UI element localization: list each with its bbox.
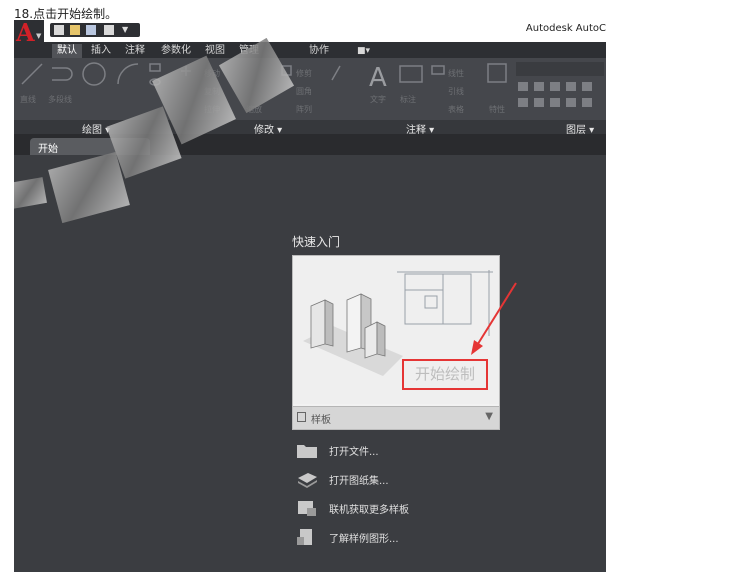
ribbon-tabs: 默认 插入 注释 参数化 视图 管理 协作 ■▾ — [14, 42, 606, 58]
ribbon-panel-titles: 绘图 ▾ 修改 ▾ 注释 ▾ 图层 ▾ — [14, 120, 606, 136]
folder-icon — [297, 445, 317, 458]
open-sheet-set-link[interactable]: 打开图纸集... — [296, 468, 476, 490]
open-folder-icon[interactable] — [70, 25, 80, 35]
tab-annotate[interactable]: 注释 — [120, 44, 150, 58]
template-icon — [297, 412, 306, 422]
svg-text:阵列: 阵列 — [296, 104, 312, 114]
link-label: 了解样例图形... — [329, 534, 399, 545]
svg-text:A: A — [369, 63, 387, 93]
svg-text:直线: 直线 — [20, 94, 36, 104]
sample-drawing-icon — [297, 529, 312, 545]
print-icon[interactable] — [104, 25, 114, 35]
link-label: 打开图纸集... — [329, 476, 389, 487]
link-label: 联机获取更多样板 — [329, 505, 409, 516]
qat-dropdown-icon[interactable]: ▼ — [122, 25, 132, 35]
save-icon[interactable] — [86, 25, 96, 35]
svg-text:特性: 特性 — [489, 104, 505, 114]
tab-default[interactable]: 默认 — [52, 44, 82, 58]
start-drawing-card[interactable]: 开始绘制 样板 ▼ — [292, 255, 500, 430]
panel-draw[interactable]: 绘图 ▾ — [82, 121, 110, 136]
template-label: 样板 — [311, 415, 331, 426]
tab-overflow-icon[interactable]: ■▾ — [352, 44, 375, 58]
svg-text:修剪: 修剪 — [296, 68, 312, 78]
quick-access-toolbar: ▼ — [50, 23, 140, 37]
sheet-set-icon — [298, 473, 317, 488]
autocad-window: Autodesk AutoC A ▼ ▼ 默认 插入 注释 参数化 视图 管理 … — [14, 20, 606, 572]
tab-parametric[interactable]: 参数化 — [156, 44, 196, 58]
explore-samples-link[interactable]: 了解样例图形... — [296, 526, 476, 548]
svg-text:圆角: 圆角 — [296, 86, 312, 96]
start-drawing-button[interactable]: 开始绘制 — [402, 359, 488, 390]
ribbon-tool-icons[interactable]: A 直线 多段线 移动 复制 拉伸 缩放 修剪 圆角 阵列 文字 标注 线性 引… — [14, 58, 606, 120]
link-label: 打开文件... — [329, 447, 379, 458]
svg-text:线性: 线性 — [448, 68, 464, 78]
template-online-icon — [298, 501, 316, 516]
panel-annotation[interactable]: 注释 ▾ — [406, 121, 434, 136]
app-title: Autodesk AutoC — [525, 23, 606, 34]
privacy-blur — [48, 151, 130, 224]
chevron-down-icon[interactable]: ▼ — [485, 411, 493, 422]
new-file-icon[interactable] — [54, 25, 64, 35]
svg-text:表格: 表格 — [448, 104, 464, 114]
template-dropdown[interactable]: 样板 ▼ — [293, 406, 499, 429]
ribbon: A 直线 多段线 移动 复制 拉伸 缩放 修剪 圆角 阵列 文字 标注 线性 引… — [14, 58, 606, 120]
quickstart-title: 快速入门 — [292, 235, 341, 249]
chevron-down-icon: ▼ — [36, 32, 42, 40]
tab-collaborate[interactable]: 协作 — [304, 44, 334, 58]
open-file-link[interactable]: 打开文件... — [296, 439, 476, 461]
file-tab-label: 开始 — [38, 144, 58, 155]
svg-text:标注: 标注 — [400, 94, 416, 104]
file-tab-bar: 开始 — [14, 135, 606, 155]
panel-modify[interactable]: 修改 ▾ — [254, 121, 282, 136]
svg-text:多段线: 多段线 — [48, 94, 72, 104]
get-templates-link[interactable]: 联机获取更多样板 — [296, 497, 476, 519]
privacy-blur — [14, 177, 47, 209]
svg-text:文字: 文字 — [370, 94, 386, 104]
panel-layers[interactable]: 图层 ▾ — [566, 121, 594, 136]
tab-insert[interactable]: 插入 — [86, 44, 116, 58]
svg-text:引线: 引线 — [448, 86, 464, 96]
